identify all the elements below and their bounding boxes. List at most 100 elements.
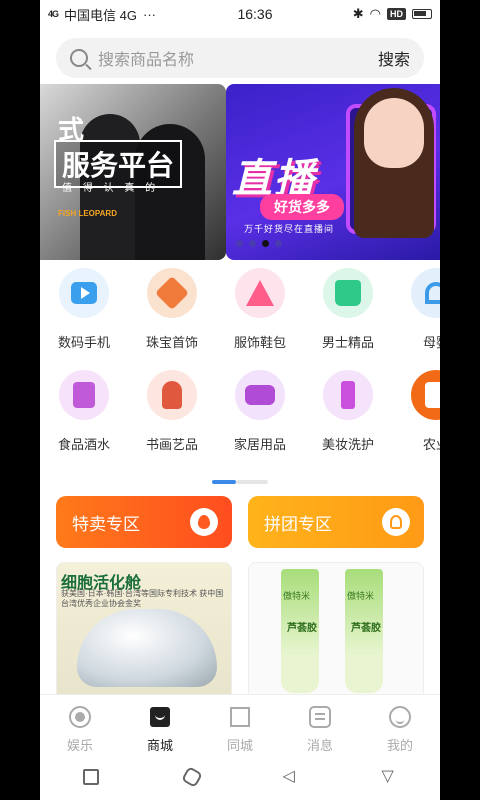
product-brand: 傲特米: [347, 591, 375, 601]
category-fashion[interactable]: 服饰鞋包: [216, 268, 304, 370]
category-label: 母婴: [422, 335, 440, 350]
promo-label: 特卖专区: [72, 514, 140, 534]
tab-messages[interactable]: 消息: [280, 695, 360, 754]
product-image: 傲特米 芦荟胶: [281, 569, 319, 693]
category-label: 农业: [422, 437, 440, 452]
carousel-dot: [236, 240, 243, 247]
product-subtitle: 获美国·日本·韩国·台湾等国际专利技术 获中国台湾优秀企业协会金奖: [61, 589, 224, 608]
category-row: 食品酒水 书画艺品 家居用品 美妆洗护 农业: [40, 370, 440, 472]
bottle-icon: [59, 370, 109, 420]
dress-icon: [235, 268, 285, 318]
tab-label: 娱乐: [66, 738, 93, 753]
signal-icon: 4G: [48, 9, 59, 19]
stroller-icon: [411, 268, 440, 318]
product-image: [77, 609, 217, 687]
banner-logo: FISH LEOPARD: [58, 209, 117, 218]
carousel-dots: [236, 240, 282, 247]
carousel-dot-active: [262, 240, 269, 247]
bottom-tab-bar: 娱乐 商城 同城 消息 我的: [40, 694, 440, 754]
product-image: 傲特米 芦荟胶: [345, 569, 383, 693]
category-agri[interactable]: 农业: [392, 370, 440, 472]
category-label: 书画艺品: [145, 437, 198, 452]
category-baby[interactable]: 母婴: [392, 268, 440, 370]
battery-icon: [412, 9, 432, 19]
shirt-icon: [323, 268, 373, 318]
category-label: 数码手机: [57, 335, 110, 350]
indicator-track: [236, 480, 268, 484]
hd-badge: HD: [387, 8, 406, 20]
wifi-icon: ◠: [369, 6, 381, 21]
bag-icon: [148, 705, 172, 729]
presenter-face: [364, 98, 424, 168]
category-beauty[interactable]: 美妆洗护: [304, 370, 392, 472]
category-digital[interactable]: 数码手机: [40, 268, 128, 370]
product-name: 芦荟胶: [351, 623, 381, 634]
system-nav-bar: [40, 754, 440, 800]
tab-label: 商城: [146, 738, 173, 753]
product-card[interactable]: 细胞活化舱 获美国·日本·韩国·台湾等国际专利技术 获中国台湾优秀企业协会金奖: [56, 562, 232, 694]
category-jewelry[interactable]: 珠宝首饰: [128, 268, 216, 370]
product-list: 细胞活化舱 获美国·日本·韩国·台湾等国际专利技术 获中国台湾优秀企业协会金奖 …: [56, 562, 424, 694]
video-icon: [59, 268, 109, 318]
category-label: 家居用品: [233, 437, 286, 452]
back-icon[interactable]: [283, 766, 297, 786]
smile-icon: [388, 705, 412, 729]
status-left: 4G 中国电信 4G ···: [48, 5, 198, 24]
search-bar[interactable]: 搜索商品名称 搜索: [56, 38, 424, 78]
search-button[interactable]: 搜索: [378, 46, 410, 70]
recent-apps-icon[interactable]: [82, 769, 99, 785]
category-art[interactable]: 书画艺品: [128, 370, 216, 472]
special-sale-button[interactable]: 特卖专区: [56, 496, 232, 548]
category-label: 男士精品: [321, 335, 374, 350]
tab-me[interactable]: 我的: [360, 695, 440, 754]
promo-buttons: 特卖专区 拼团专区: [56, 496, 424, 548]
person-icon: [382, 508, 410, 536]
category-row: 数码手机 珠宝首饰 服饰鞋包 男士精品 母婴: [40, 268, 440, 370]
category-label: 服饰鞋包: [233, 335, 286, 350]
tab-label: 我的: [386, 738, 413, 753]
notification-down-icon[interactable]: [382, 766, 398, 786]
search-input[interactable]: 搜索商品名称: [98, 46, 378, 70]
promo-label: 拼团专区: [264, 514, 332, 534]
search-icon: [70, 49, 88, 67]
tab-entertainment[interactable]: 娱乐: [40, 695, 120, 754]
status-right: ✱ ◠ HD: [312, 6, 432, 22]
lipstick-icon: [323, 370, 373, 420]
record-icon: [68, 705, 92, 729]
category-label: 珠宝首饰: [145, 335, 198, 350]
tab-mall[interactable]: 商城: [120, 695, 200, 754]
farm-icon: [411, 370, 440, 420]
category-men[interactable]: 男士精品: [304, 268, 392, 370]
gem-icon: [147, 268, 197, 318]
product-name: 芦荟胶: [287, 623, 317, 634]
banner-slide-service[interactable]: 式 服务平台 值 得 认 真 的 FISH LEOPARD: [40, 84, 226, 260]
carousel-dot: [249, 240, 256, 247]
flame-icon: [190, 508, 218, 536]
bluetooth-icon: ✱: [352, 6, 364, 21]
category-grid: 数码手机 珠宝首饰 服饰鞋包 男士精品 母婴 食品酒水: [40, 268, 440, 472]
vase-icon: [147, 370, 197, 420]
category-food[interactable]: 食品酒水: [40, 370, 128, 472]
home-icon[interactable]: [180, 766, 203, 788]
live-subtitle: 万千好货尽在直播间: [244, 224, 335, 234]
banner-tagline: 值 得 认 真 的: [62, 183, 160, 194]
category-label: 食品酒水: [57, 437, 110, 452]
product-brand: 傲特米: [283, 591, 311, 601]
live-pill: 好货多多: [260, 194, 344, 220]
app-screen: 4G 中国电信 4G ··· 16:36 ✱ ◠ HD 搜索商品名称 搜索 式 …: [40, 0, 440, 800]
group-buy-button[interactable]: 拼团专区: [248, 496, 424, 548]
banner-slide-live[interactable]: 直播 好货多多 万千好货尽在直播间: [226, 84, 440, 260]
indicator-active: [212, 480, 236, 484]
category-page-indicator: [212, 480, 268, 484]
banner-carousel[interactable]: 式 服务平台 值 得 认 真 的 FISH LEOPARD 直播 好货多多 万千…: [40, 84, 440, 260]
clock: 16:36: [237, 6, 273, 22]
sofa-icon: [235, 370, 285, 420]
category-label: 美妆洗护: [321, 437, 374, 452]
message-icon: [308, 705, 332, 729]
status-bar: 4G 中国电信 4G ··· 16:36 ✱ ◠ HD: [40, 0, 440, 28]
category-home[interactable]: 家居用品: [216, 370, 304, 472]
product-card[interactable]: 傲特米 芦荟胶 傲特米 芦荟胶: [248, 562, 424, 694]
tab-label: 消息: [306, 738, 333, 753]
tab-local[interactable]: 同城: [200, 695, 280, 754]
carousel-dot: [275, 240, 282, 247]
